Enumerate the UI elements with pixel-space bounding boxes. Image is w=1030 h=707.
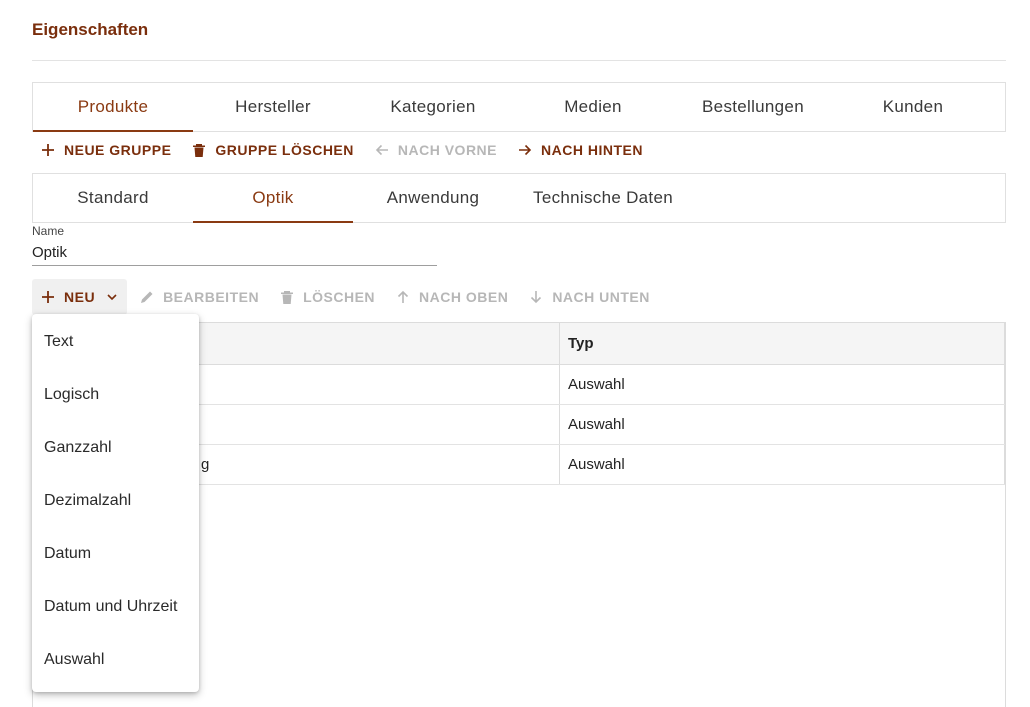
tab-kategorien[interactable]: Kategorien	[353, 83, 513, 131]
delete-property-label: LÖSCHEN	[303, 289, 376, 305]
edit-property-button[interactable]: BEARBEITEN	[131, 279, 267, 315]
trash-icon	[191, 142, 207, 158]
move-down-button[interactable]: NACH UNTEN	[520, 279, 658, 315]
tab-hersteller[interactable]: Hersteller	[193, 83, 353, 131]
delete-group-label: GRUPPE LÖSCHEN	[215, 142, 354, 158]
tab-medien[interactable]: Medien	[513, 83, 673, 131]
delete-group-button[interactable]: GRUPPE LÖSCHEN	[183, 132, 361, 168]
title-divider	[32, 60, 1006, 61]
move-forward-button[interactable]: NACH VORNE	[366, 132, 505, 168]
menu-item-auswahl[interactable]: Auswahl	[32, 633, 199, 686]
arrow-down-icon	[528, 289, 544, 305]
menu-item-logisch[interactable]: Logisch	[32, 368, 199, 421]
tab-kunden[interactable]: Kunden	[833, 83, 993, 131]
group-name-label: Name	[32, 224, 65, 238]
chevron-down-icon	[105, 290, 119, 304]
arrow-up-icon	[395, 289, 411, 305]
move-down-label: NACH UNTEN	[552, 289, 650, 305]
main-tabbar: Produkte Hersteller Kategorien Medien Be…	[32, 82, 1006, 132]
arrow-left-icon	[374, 142, 390, 158]
new-group-label: NEUE GRUPPE	[64, 142, 172, 158]
cell-typ: Auswahl	[560, 405, 1005, 444]
new-property-label: NEU	[64, 289, 96, 305]
group-name-input[interactable]: Optik	[32, 244, 437, 266]
group-tabbar: Standard Optik Anwendung Technische Date…	[32, 173, 1006, 223]
column-header-typ[interactable]: Typ	[560, 323, 1005, 364]
menu-item-text[interactable]: Text	[32, 315, 199, 368]
move-forward-label: NACH VORNE	[397, 142, 498, 158]
menu-item-datum-und-uhrzeit[interactable]: Datum und Uhrzeit	[32, 580, 199, 633]
property-toolbar: NEU BEARBEITEN LÖSCHEN NACH OBEN NACH UN…	[32, 279, 662, 315]
menu-item-datum[interactable]: Datum	[32, 527, 199, 580]
page-title: Eigenschaften	[32, 20, 149, 39]
new-group-button[interactable]: NEUE GRUPPE	[32, 132, 179, 168]
group-name-field[interactable]: Name Optik	[32, 224, 437, 266]
new-property-button[interactable]: NEU	[32, 279, 128, 315]
group-toolbar: NEUE GRUPPE GRUPPE LÖSCHEN NACH VORNE NA…	[32, 132, 655, 168]
arrow-right-icon	[517, 142, 533, 158]
cell-typ: Auswahl	[560, 445, 1005, 484]
tab-produkte[interactable]: Produkte	[33, 83, 193, 132]
plus-icon	[40, 289, 56, 305]
trash-icon	[279, 289, 295, 305]
tab-technische-daten[interactable]: Technische Daten	[513, 174, 693, 222]
new-property-menu: Text Logisch Ganzzahl Dezimalzahl Datum …	[32, 314, 199, 692]
tab-anwendung[interactable]: Anwendung	[353, 174, 513, 222]
move-up-label: NACH OBEN	[419, 289, 509, 305]
tab-standard[interactable]: Standard	[33, 174, 193, 222]
tab-bestellungen[interactable]: Bestellungen	[673, 83, 833, 131]
menu-item-ganzzahl[interactable]: Ganzzahl	[32, 421, 199, 474]
menu-item-dezimalzahl[interactable]: Dezimalzahl	[32, 474, 199, 527]
edit-property-label: BEARBEITEN	[163, 289, 260, 305]
plus-icon	[40, 142, 56, 158]
move-back-label: NACH HINTEN	[541, 142, 643, 158]
cell-typ: Auswahl	[560, 365, 1005, 404]
pencil-icon	[139, 289, 155, 305]
move-back-button[interactable]: NACH HINTEN	[509, 132, 651, 168]
tab-optik[interactable]: Optik	[193, 174, 353, 223]
delete-property-button[interactable]: LÖSCHEN	[271, 279, 383, 315]
move-up-button[interactable]: NACH OBEN	[387, 279, 516, 315]
